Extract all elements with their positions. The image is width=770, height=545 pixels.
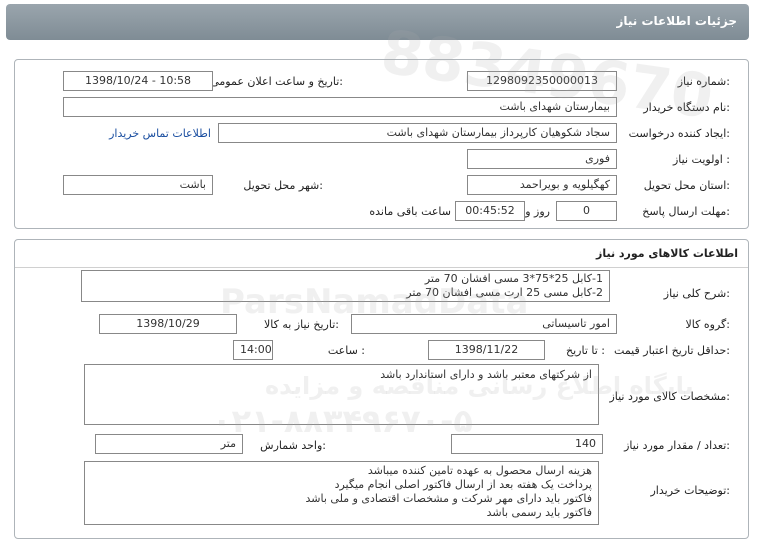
need-number-field: 1298092350000013 [467,71,617,91]
buyer-note-2: پرداخت یک هفته بعد از ارسال فاکتور اصلی … [334,478,592,491]
need-date-label: تاریخ نیاز به کالا: [264,318,339,331]
goods-info-panel: اطلاعات کالاهای مورد نیاز شرح کلی نیاز: … [14,239,749,539]
delivery-city-label: شهر محل تحویل: [243,179,323,192]
summary-line-2: 2-کابل مسی 25 ارت مسی افشان 70 متر [406,286,603,299]
days-remaining-field: 0 [556,201,617,221]
page-title: جزئیات اطلاعات نیاز [616,14,737,28]
summary-field: 1-کابل 25*75*3 مسی افشان 70 متر 2-کابل م… [81,270,610,302]
announce-datetime-field: 1398/10/24 - 10:58 [63,71,213,91]
priority-field: فوری [467,149,617,169]
specs-field: از شرکتهای معتبر باشد و دارای استاندارد … [84,364,599,425]
goods-section-title: اطلاعات کالاهای مورد نیاز [596,247,738,260]
request-creator-label: ایجاد کننده درخواست: [628,127,730,140]
need-details-panel: شماره نیاز: 1298092350000013 تاریخ و ساع… [14,59,749,229]
page-title-bar: جزئیات اطلاعات نیاز [6,4,749,40]
priority-label: اولویت نیاز : [672,153,730,166]
unit-field: متر [95,434,243,454]
time-remaining-suffix: ساعت باقی مانده [369,205,451,218]
buyer-contact-link[interactable]: اطلاعات تماس خریدار [109,127,211,140]
buyer-org-field: بیمارستان شهدای باشت [63,97,617,117]
days-word: روز و [525,205,550,218]
delivery-province-field: کهگیلویه و بویراحمد [467,175,617,195]
summary-label: شرح کلی نیاز: [663,287,730,300]
validity-date-field: 1398/11/22 [428,340,545,360]
buyer-notes-label: توضیحات خریدار: [650,484,731,497]
goods-group-label: گروه کالا: [685,318,730,331]
validity-time-field: 14:00 [233,340,273,360]
price-validity-label: حداقل تاریخ اعتبار قیمت: [614,344,730,357]
buyer-notes-field: هزینه ارسال محصول به عهده تامین کننده می… [84,461,599,525]
quantity-label: تعداد / مقدار مورد نیاز: [624,439,730,452]
buyer-note-1: هزینه ارسال محصول به عهده تامین کننده می… [367,464,592,477]
request-creator-field: سجاد شکوهیان کارپرداز بیمارستان شهدای با… [218,123,617,143]
announce-datetime-label: تاریخ و ساعت اعلان عمومی: [210,75,343,88]
validity-hour-label: ساعت : [327,344,365,357]
response-deadline-label: مهلت ارسال پاسخ: [642,205,730,218]
buyer-note-4: فاکتور باید رسمی باشد [486,506,592,519]
quantity-field: 140 [451,434,603,454]
goods-section-header: اطلاعات کالاهای مورد نیاز [15,240,748,268]
time-remaining-field: 00:45:52 [455,201,525,221]
unit-label: واحد شمارش: [260,439,326,452]
delivery-province-label: استان محل تحویل: [643,179,730,192]
need-number-label: شماره نیاز: [677,75,730,88]
buyer-org-label: نام دستگاه خریدار: [643,101,730,114]
goods-group-field: امور تاسیساتی [351,314,617,334]
summary-line-1: 1-کابل 25*75*3 مسی افشان 70 متر [424,272,603,285]
specs-label: مشخصات کالای مورد نیاز: [609,390,730,403]
until-date-label: تا تاریخ : [566,344,605,357]
buyer-note-3: فاکتور باید دارای مهر شرکت و مشخصات اقتص… [305,492,592,505]
delivery-city-field: باشت [63,175,213,195]
need-date-field: 1398/10/29 [99,314,237,334]
